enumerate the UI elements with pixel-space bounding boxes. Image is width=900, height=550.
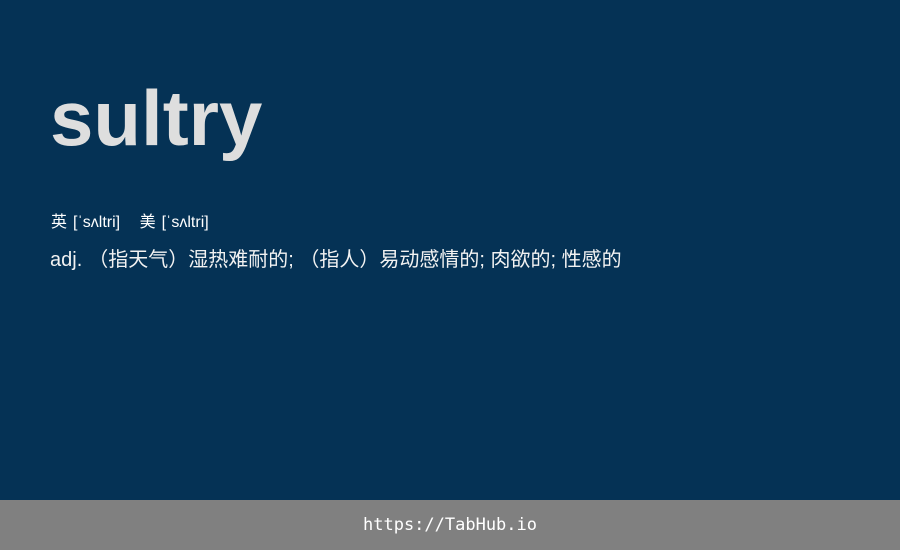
footer-bar: https://TabHub.io [0,500,900,550]
footer-link[interactable]: https://TabHub.io [363,515,537,535]
definition-row: adj. （指天气）湿热难耐的; （指人）易动感情的; 肉欲的; 性感的 [50,247,622,273]
part-of-speech: adj. [50,249,83,271]
phonetic-uk-ipa: [ˈsʌltri] [73,214,121,231]
headword: sultry [50,74,263,162]
phonetic-uk-label: 英 [51,214,68,231]
phonetic-us-ipa: [ˈsʌltri] [161,214,209,231]
word-card: sultry 英 [ˈsʌltri] 美 [ˈsʌltri] adj. （指天气）湿热… [0,0,900,500]
phonetic-us-label: 美 [139,214,156,231]
definition-text: （指天气）湿热难耐的; （指人）易动感情的; 肉欲的; 性感的 [88,249,622,271]
phonetic-us: 美 [ˈsʌltri] [140,213,209,233]
phonetic-uk: 英 [ˈsʌltri] [51,213,120,233]
phonetics-row: 英 [ˈsʌltri] 美 [ˈsʌltri] [51,213,209,233]
